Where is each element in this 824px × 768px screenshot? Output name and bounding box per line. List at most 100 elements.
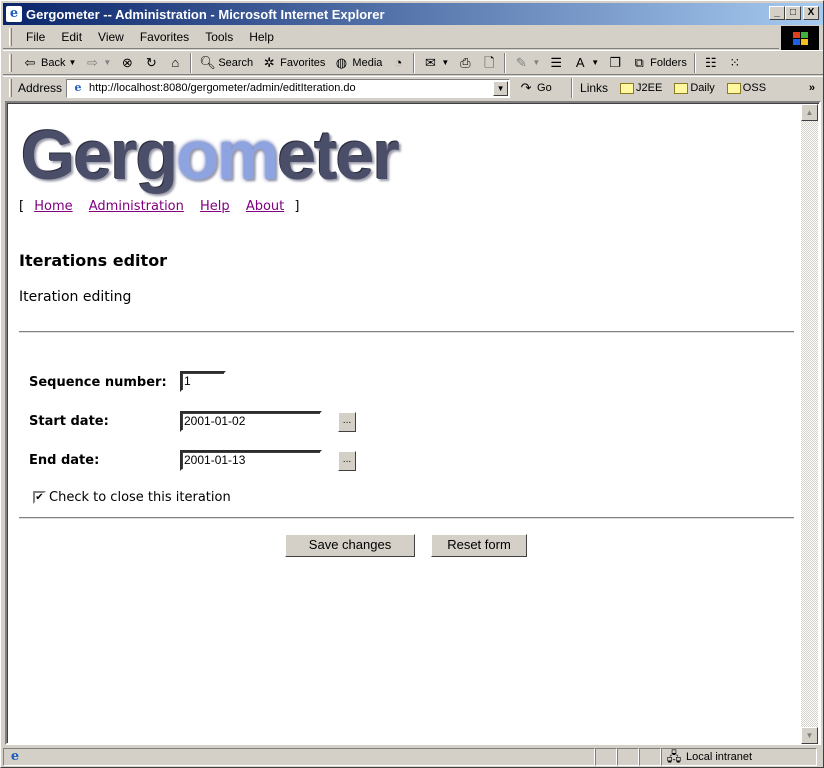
back-dropdown-icon[interactable]: ▼: [68, 58, 76, 67]
close-iteration-checkbox[interactable]: ✔: [33, 491, 46, 504]
add-item-icon: ☷: [705, 54, 717, 70]
nav-about-link[interactable]: About: [246, 199, 284, 214]
link-label: OSS: [742, 82, 767, 94]
toolbar-grip[interactable]: [9, 28, 12, 46]
toolbar-separator: [571, 78, 574, 98]
discuss-icon: ☰: [550, 54, 563, 70]
remove-item-button[interactable]: ⁙: [723, 52, 747, 74]
nav-help-link[interactable]: Help: [200, 199, 230, 214]
menu-file[interactable]: File: [18, 30, 53, 44]
link-label: J2EE: [636, 82, 663, 94]
favorites-label: Favorites: [280, 56, 326, 69]
mail-button[interactable]: ✉ ▼: [418, 52, 453, 74]
intranet-zone-icon: 🖧: [666, 748, 682, 764]
search-button[interactable]: 🔍︎ Search: [195, 52, 257, 74]
home-button[interactable]: ⌂: [163, 52, 187, 74]
print-button[interactable]: ⎙: [453, 52, 477, 74]
standard-toolbar: ⇦ Back ▼ ⇨ ▼ ⊗ ↻ ⌂ 🔍︎ Search ✲ Favorites…: [3, 50, 823, 75]
address-url[interactable]: http://localhost:8080/gergometer/admin/e…: [89, 82, 356, 94]
more-links-chevron-icon[interactable]: »: [809, 82, 815, 94]
edit-dropdown-icon[interactable]: ▼: [532, 58, 540, 67]
close-button[interactable]: X: [803, 6, 819, 20]
encoding-icon: A: [575, 54, 585, 70]
save-changes-button[interactable]: Save changes: [285, 534, 415, 557]
folder-icon: [674, 82, 689, 94]
toolbar-grip[interactable]: [9, 79, 12, 97]
sequence-number-input[interactable]: 1: [180, 371, 226, 392]
divider: [19, 517, 794, 519]
page-icon: e: [74, 81, 82, 94]
address-input[interactable]: e http://localhost:8080/gergometer/admin…: [66, 78, 511, 98]
refresh-button[interactable]: ↻: [139, 52, 163, 74]
logo-text: eter: [277, 116, 399, 194]
site-nav: [ Home Administration Help About ]: [19, 199, 299, 214]
toolbar-grip[interactable]: [9, 53, 12, 72]
links-toolbar: Links J2EE Daily OSS: [580, 81, 766, 95]
add-item-button[interactable]: ☷: [699, 52, 723, 74]
encoding-dropdown-icon[interactable]: ▼: [591, 58, 599, 67]
folder-icon: [620, 82, 635, 94]
reset-form-button[interactable]: Reset form: [431, 534, 527, 557]
maximize-button[interactable]: □: [785, 6, 801, 20]
new-window-button[interactable]: ❐: [603, 52, 627, 74]
edit-icon: ✎: [515, 54, 527, 70]
forward-dropdown-icon[interactable]: ▼: [103, 58, 111, 67]
nav-administration-link[interactable]: Administration: [89, 199, 184, 214]
start-date-input[interactable]: 2001-01-02: [180, 411, 322, 432]
history-button[interactable]: ◔: [386, 52, 410, 74]
discuss-button[interactable]: ☰: [544, 52, 568, 74]
history-icon: ◔: [394, 54, 403, 70]
encoding-button[interactable]: A ▼: [568, 52, 603, 74]
close-iteration-label[interactable]: Check to close this iteration: [49, 490, 231, 505]
status-bar: e 🖧 Local intranet: [3, 746, 823, 767]
minimize-button[interactable]: _: [769, 6, 785, 20]
toolbar-separator: [693, 52, 696, 73]
back-button[interactable]: ⇦ Back ▼: [18, 52, 80, 74]
status-pane: [617, 747, 639, 766]
address-bar: Address e http://localhost:8080/gergomet…: [3, 76, 823, 99]
folders-label: Folders: [650, 56, 687, 69]
go-label: Go: [537, 82, 552, 94]
stop-button[interactable]: ⊗: [115, 52, 139, 74]
browser-window: e Gergometer -- Administration - Microso…: [0, 0, 824, 768]
checkmark-icon: ✔: [35, 492, 44, 503]
back-label: Back: [41, 56, 66, 69]
link-oss[interactable]: OSS: [726, 82, 767, 94]
status-text-pane: e: [3, 747, 595, 766]
page-viewport: Gergometer [ Home Administration Help Ab…: [5, 101, 821, 745]
media-button[interactable]: ◍ Media: [329, 52, 386, 74]
start-date-picker-button[interactable]: ...: [338, 412, 356, 432]
menu-help[interactable]: Help: [241, 30, 282, 44]
edit-button[interactable]: ✎ ▼: [509, 52, 544, 74]
menu-tools[interactable]: Tools: [197, 30, 241, 44]
favorites-button[interactable]: ✲ Favorites: [257, 52, 329, 74]
forward-button[interactable]: ⇨ ▼: [80, 52, 115, 74]
scroll-up-button[interactable]: ▲: [801, 104, 818, 121]
menu-favorites[interactable]: Favorites: [132, 30, 197, 44]
mail-dropdown-icon[interactable]: ▼: [441, 58, 449, 67]
back-arrow-icon: ⇦: [24, 54, 36, 70]
page-subtitle: Iteration editing: [19, 289, 132, 305]
search-label: Search: [218, 56, 254, 69]
print-preview-button[interactable]: 🗋: [477, 52, 501, 74]
page-title: Iterations editor: [19, 251, 168, 270]
go-button[interactable]: ↷ Go: [518, 80, 568, 96]
folders-button[interactable]: ⧉ Folders: [627, 52, 691, 74]
link-daily[interactable]: Daily: [674, 82, 715, 94]
vertical-scrollbar[interactable]: ▲ ▼: [801, 104, 818, 744]
scroll-down-button[interactable]: ▼: [801, 727, 818, 744]
link-j2ee[interactable]: J2EE: [620, 82, 662, 94]
menu-view[interactable]: View: [90, 30, 132, 44]
security-zone-label: Local intranet: [686, 750, 753, 763]
end-date-input[interactable]: 2001-01-13: [180, 450, 322, 471]
end-date-picker-button[interactable]: ...: [338, 451, 356, 471]
media-icon: ◍: [335, 54, 348, 70]
start-date-label: Start date:: [29, 414, 109, 429]
logo-text: Gerg: [21, 116, 178, 194]
address-dropdown-icon[interactable]: ▼: [493, 80, 509, 96]
links-label: Links: [580, 81, 609, 95]
toolbar-separator: [504, 52, 507, 73]
menu-edit[interactable]: Edit: [53, 30, 90, 44]
nav-home-link[interactable]: Home: [34, 199, 72, 214]
media-label: Media: [352, 56, 383, 69]
